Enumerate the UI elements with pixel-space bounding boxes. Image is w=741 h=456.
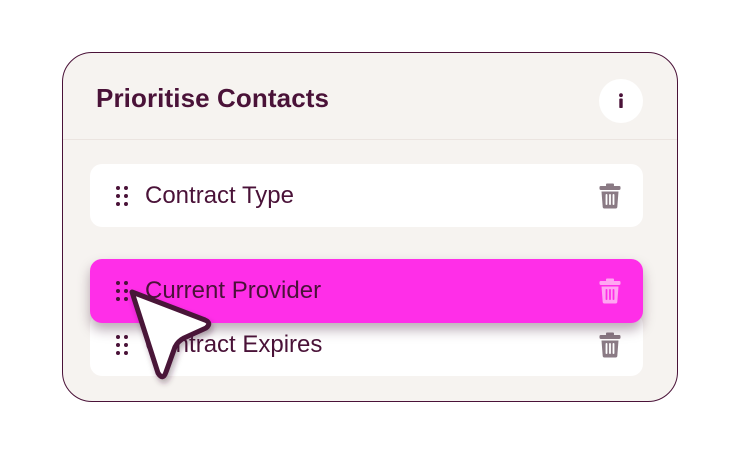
stage: Prioritise Contacts Contract Type Contra… [0,0,741,456]
info-icon [619,93,623,108]
panel-title: Prioritise Contacts [96,83,330,113]
list-item-contract-type[interactable]: Contract Type [90,164,643,227]
prioritise-contacts-panel: Prioritise Contacts Contract Type Contra… [62,52,678,402]
list-item-label: Contract Type [145,181,294,209]
trash-icon[interactable] [599,332,621,358]
panel-header: Prioritise Contacts [63,53,677,140]
list-item-current-provider-dragging[interactable]: Current Provider [90,259,643,323]
drag-handle-icon[interactable] [114,279,130,303]
list-item-label: Contract Expires [145,330,323,358]
trash-icon[interactable] [599,278,621,304]
drag-handle-icon[interactable] [114,184,130,208]
list-item-label: Current Provider [145,277,322,304]
drag-handle-icon[interactable] [114,333,130,357]
info-button[interactable] [599,79,643,123]
trash-icon[interactable] [599,183,621,209]
